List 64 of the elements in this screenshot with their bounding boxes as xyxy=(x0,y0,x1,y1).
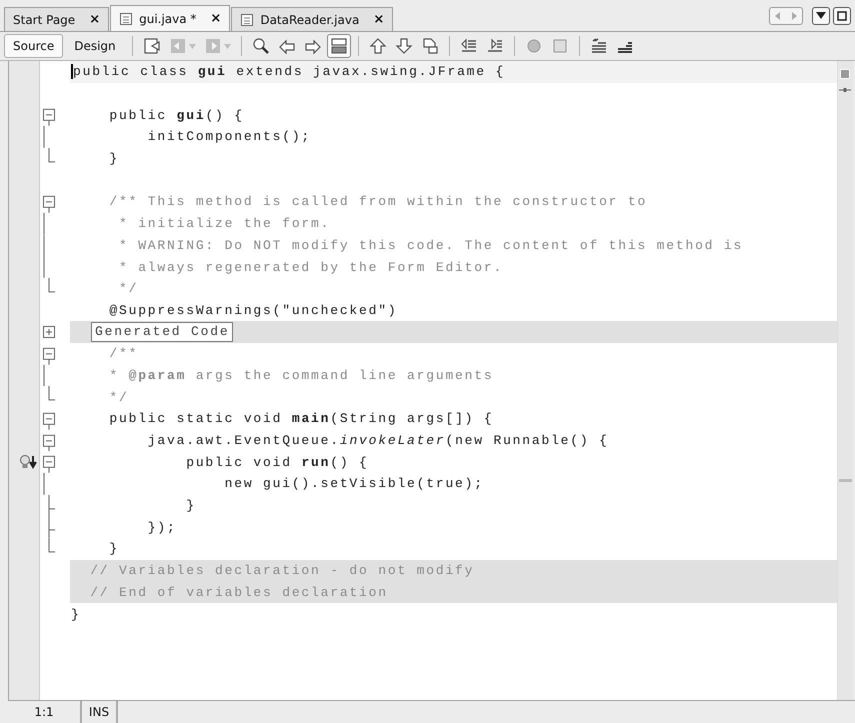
fold-plus-icon[interactable] xyxy=(43,326,55,338)
caret-position: 1:1 xyxy=(8,701,82,723)
error-stripe-status-icon xyxy=(840,69,850,79)
comment-line: * always regenerated by the Form Editor. xyxy=(118,260,504,275)
comment-line: */ xyxy=(118,281,138,296)
last-edit-icon xyxy=(142,37,161,55)
tab-label: DataReader.java xyxy=(260,12,360,26)
page-back-icon xyxy=(168,37,187,55)
code-line: public gui() { xyxy=(108,108,244,123)
code-line: java.awt.EventQueue.invokeLater(new Runnable() { xyxy=(146,433,609,448)
comment-line: */ xyxy=(108,390,129,405)
view-toggle-button[interactable]: Design xyxy=(65,34,125,58)
page-forward-icon xyxy=(204,37,222,55)
editor-tab[interactable]: gui.java * × xyxy=(110,5,230,31)
maximize-icon xyxy=(837,10,847,20)
record-icon xyxy=(524,37,543,55)
bookmark-icon xyxy=(420,37,439,55)
code-line: @SuppressWarnings("unchecked") xyxy=(108,302,398,318)
insert-mode: INS xyxy=(82,701,118,723)
dropdown-caret-icon xyxy=(188,44,196,48)
lightbulb-hint-icon[interactable] xyxy=(19,455,37,470)
highlight-icon xyxy=(330,37,348,55)
code-line: } xyxy=(71,606,81,622)
stripe-mark-icon xyxy=(839,88,851,92)
code-line: }); xyxy=(146,520,177,535)
maximize-button[interactable] xyxy=(833,6,851,24)
toolbar-button[interactable] xyxy=(326,34,351,58)
code-line: public void run() { xyxy=(185,454,369,470)
comment-line: *@param args the command line arguments xyxy=(108,368,494,383)
arrow-up-icon xyxy=(368,37,387,55)
arrow-down-icon xyxy=(394,37,413,55)
code-line: public class gui extends javax.swing.JFrame { xyxy=(73,64,506,80)
code-line: new gui().setVisible(true); xyxy=(224,476,484,492)
code-line: } xyxy=(108,151,120,166)
arrow-left-icon xyxy=(278,37,296,55)
code-line: } xyxy=(185,498,196,514)
close-tab-button[interactable]: × xyxy=(373,12,384,27)
search-icon xyxy=(252,37,270,55)
shift-right-icon xyxy=(486,37,504,55)
arrow-right-icon xyxy=(304,37,322,55)
tab-label: Start Page xyxy=(13,12,76,26)
comment-line: /** This method is called from within the constructor to xyxy=(108,194,648,210)
caret-icon xyxy=(816,12,826,19)
collapsed-code-box[interactable]: Generated Code xyxy=(91,322,234,342)
view-toggle-button[interactable]: Source xyxy=(4,34,64,58)
shift-left-icon xyxy=(460,37,478,55)
editor-tab[interactable]: Start Page × xyxy=(4,7,110,31)
close-tab-button[interactable]: × xyxy=(89,12,100,27)
comment-line: // Variables declaration - do not modify xyxy=(89,563,474,578)
comment-line: /** xyxy=(108,346,138,362)
dropdown-caret-icon xyxy=(224,44,231,48)
close-tab-button[interactable]: × xyxy=(210,11,222,26)
stripe-mark-icon xyxy=(839,479,852,482)
comment-line: * initialize the form. xyxy=(118,216,330,232)
tab-list-button[interactable] xyxy=(812,6,830,24)
tab-label: gui.java * xyxy=(139,12,196,26)
editor-tab[interactable]: DataReader.java × xyxy=(231,7,394,31)
stop-icon xyxy=(550,37,569,55)
code-line: } xyxy=(108,541,120,556)
code-line: initComponents(); xyxy=(146,129,312,144)
code-line: public static void main(String args[]) { xyxy=(108,411,494,426)
comment-lines-icon xyxy=(590,37,608,55)
comment-line: * WARNING: Do NOT modify this code. The content of this method is xyxy=(118,238,744,253)
comment-line: // End of variables declaration xyxy=(89,584,388,600)
